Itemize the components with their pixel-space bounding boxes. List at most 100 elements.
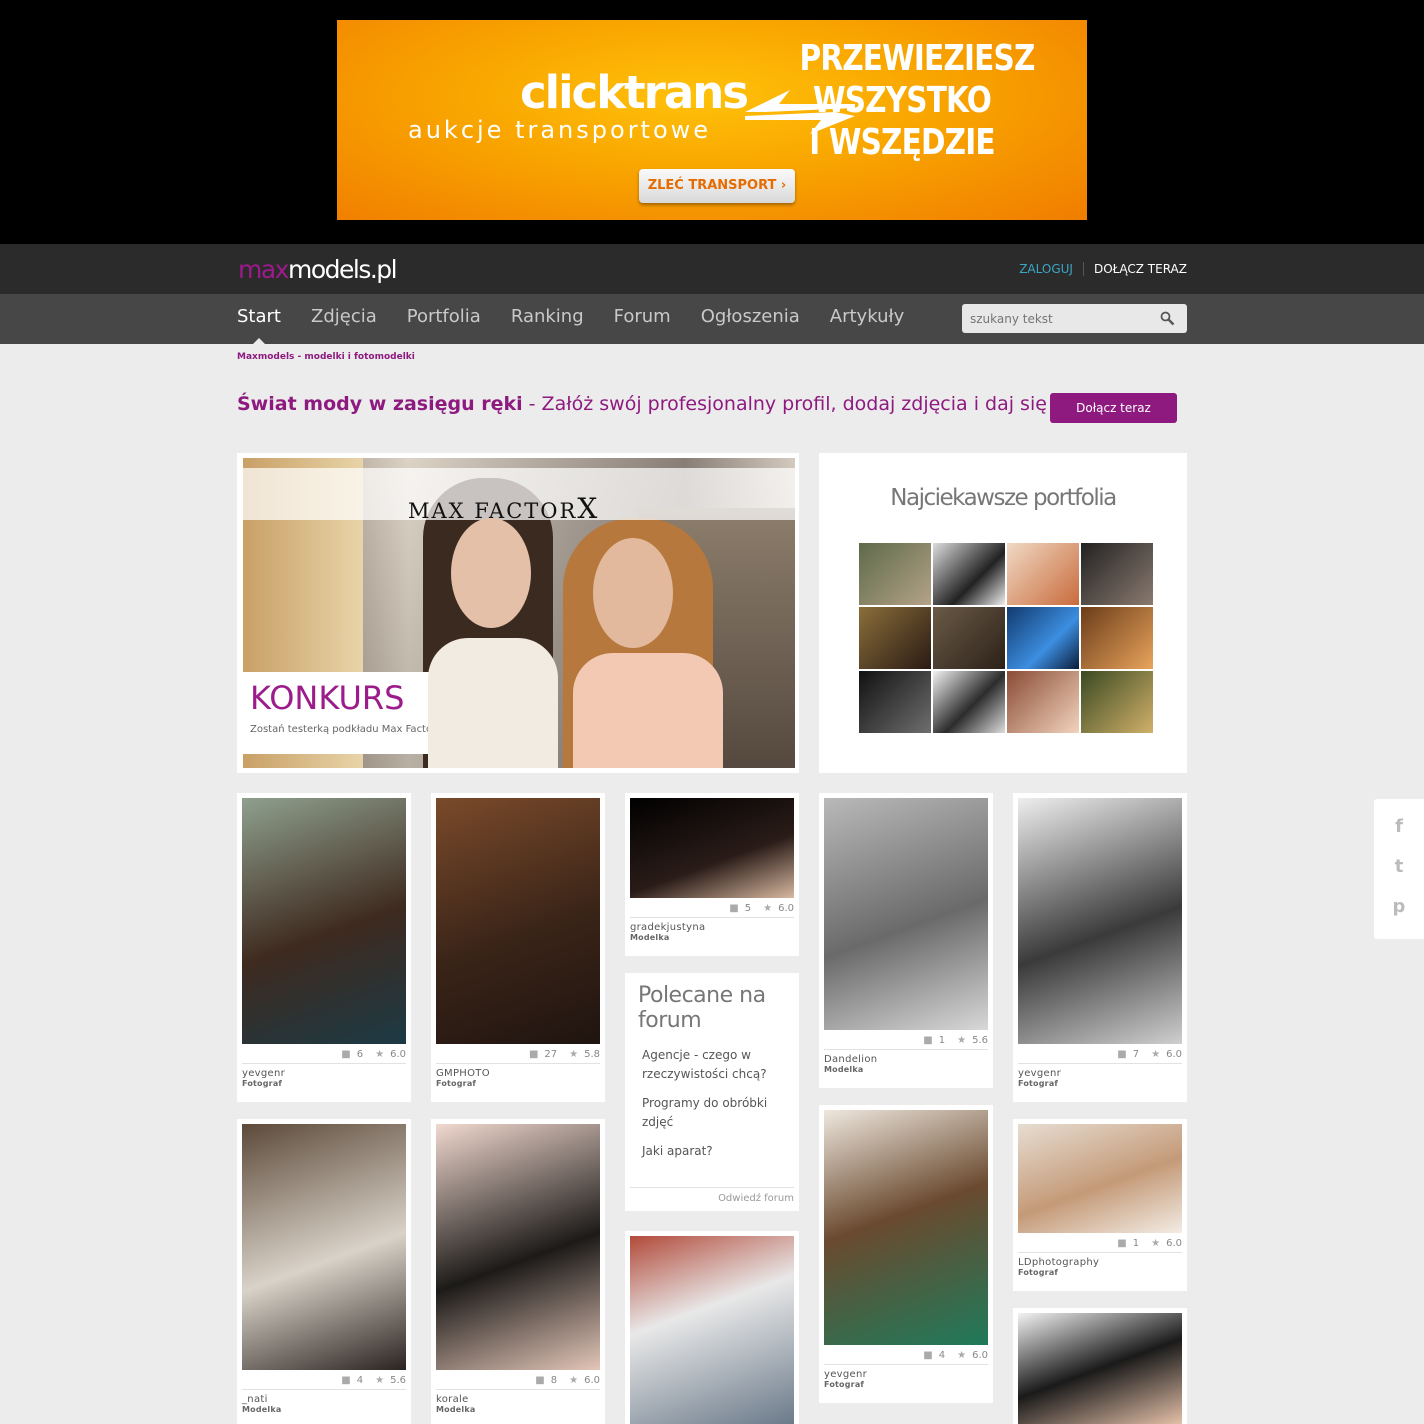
site-logo[interactable]: maxmodels.pl — [238, 255, 398, 284]
comment-icon: ■ — [341, 1049, 351, 1060]
photo-card[interactable]: ■ 7 ★ 6.0 yevgenr Fotograf — [1013, 793, 1187, 1102]
facebook-icon[interactable]: f — [1390, 816, 1408, 838]
portfolio-thumbnail[interactable] — [859, 607, 931, 669]
comment-icon: ■ — [1117, 1238, 1127, 1249]
breadcrumb[interactable]: Maxmodels - modelki i fotomodelki — [237, 352, 415, 362]
photo-thumbnail[interactable] — [630, 798, 794, 898]
star-icon: ★ — [957, 1350, 967, 1361]
author-role: Modelka — [436, 1405, 476, 1414]
comment-icon: ■ — [923, 1350, 933, 1361]
join-now-button[interactable]: Dołącz teraz — [1050, 393, 1177, 423]
rating-value: 5.8 — [584, 1049, 600, 1060]
nav-ogloszenia[interactable]: Ogłoszenia — [701, 294, 800, 344]
photo-card[interactable]: ■ 4 ★ 5.6 _nati Modelka — [237, 1119, 411, 1424]
star-icon: ★ — [763, 903, 773, 914]
photo-thumbnail[interactable] — [824, 1110, 988, 1345]
nav-artykuly[interactable]: Artykuły — [830, 294, 904, 344]
nav-start[interactable]: Start — [237, 294, 281, 344]
star-icon: ★ — [957, 1035, 967, 1046]
contest-description: Zostań testerką podkładu Max Factor — [250, 724, 437, 735]
search-input[interactable] — [962, 304, 1152, 333]
social-share-bar: f t p — [1374, 799, 1424, 939]
comment-count: 5 — [744, 903, 752, 914]
photo-thumbnail[interactable] — [1018, 1124, 1182, 1233]
nav-ranking[interactable]: Ranking — [511, 294, 584, 344]
photo-card[interactable]: ■ 6 ★ 6.0 yevgenr Fotograf — [237, 793, 411, 1102]
photo-thumbnail[interactable] — [1018, 798, 1182, 1044]
author-role: Modelka — [630, 933, 670, 942]
portfolio-thumbnail[interactable] — [1081, 671, 1153, 733]
photo-thumbnail[interactable] — [242, 798, 406, 1044]
author-name[interactable]: yevgenr — [242, 1068, 406, 1079]
rating-value: 6.0 — [972, 1350, 988, 1361]
rating-value: 6.0 — [584, 1375, 600, 1386]
portfolio-thumbnail[interactable] — [933, 543, 1005, 605]
author-role: Modelka — [242, 1405, 282, 1414]
photo-card[interactable]: ■ 4 ★ 6.0 yevgenr Fotograf — [819, 1105, 993, 1403]
author-name[interactable]: yevgenr — [824, 1369, 988, 1380]
photo-meta: ■ 1 ★ 5.6 Dandelion Modelka — [824, 1032, 988, 1074]
ad-cta-button[interactable]: ZLEĆ TRANSPORT › — [639, 169, 795, 203]
nav-zdjecia[interactable]: Zdjęcia — [311, 294, 377, 344]
author-name[interactable]: korale — [436, 1394, 600, 1405]
photo-card[interactable]: ■ 27 ★ 5.8 GMPHOTO Fotograf — [431, 793, 605, 1102]
photo-thumbnail[interactable] — [436, 798, 600, 1044]
photo-card[interactable] — [1013, 1308, 1187, 1424]
forum-topic[interactable]: Jaki aparat? — [642, 1142, 792, 1161]
portfolio-thumbnail[interactable] — [1081, 543, 1153, 605]
author-name[interactable]: LDphotography — [1018, 1257, 1182, 1268]
photo-thumbnail[interactable] — [824, 798, 988, 1030]
photo-stats: ■ 4 ★ 5.6 — [242, 1372, 406, 1390]
portfolio-thumbnail[interactable] — [859, 671, 931, 733]
star-icon: ★ — [569, 1049, 579, 1060]
author-name[interactable]: Dandelion — [824, 1054, 988, 1065]
twitter-icon[interactable]: t — [1390, 856, 1408, 878]
author-name[interactable]: yevgenr — [1018, 1068, 1182, 1079]
rating-value: 6.0 — [1166, 1238, 1182, 1249]
contest-logo-strip: MAX FACTORX — [243, 468, 795, 525]
pinterest-icon[interactable]: p — [1390, 896, 1408, 918]
star-icon: ★ — [569, 1375, 579, 1386]
contest-card[interactable]: MAX FACTORX KONKURS Zostań testerką podk… — [237, 453, 799, 773]
ad-banner[interactable]: clicktrans aukcje transportowe PRZEWIEZI… — [337, 20, 1087, 220]
photo-thumbnail[interactable] — [436, 1124, 600, 1370]
portfolio-thumbnail[interactable] — [859, 543, 931, 605]
visit-forum-link[interactable]: Odwiedź forum — [630, 1187, 794, 1204]
portfolio-thumbnail[interactable] — [933, 671, 1005, 733]
comment-count: 4 — [356, 1375, 364, 1386]
photo-card[interactable]: ■ 1 ★ 6.0 LDphotography Fotograf — [1013, 1119, 1187, 1291]
author-name[interactable]: gradekjustyna — [630, 922, 794, 933]
main-nav: Start Zdjęcia Portfolia Ranking Forum Og… — [237, 294, 934, 344]
portfolio-thumbnail[interactable] — [1007, 671, 1079, 733]
search-icon[interactable] — [1160, 311, 1175, 326]
forum-widget-title: Polecane na forum — [638, 983, 766, 1033]
photo-card[interactable]: ■ 5 ★ 6.0 gradekjustyna Modelka — [625, 793, 799, 956]
photo-thumbnail[interactable] — [242, 1124, 406, 1370]
author-role: Fotograf — [1018, 1079, 1059, 1088]
photo-meta: ■ 1 ★ 6.0 LDphotography Fotograf — [1018, 1235, 1182, 1277]
photo-stats: ■ 5 ★ 6.0 — [630, 900, 794, 918]
comment-count: 1 — [1132, 1238, 1140, 1249]
photo-thumbnail[interactable] — [630, 1236, 794, 1424]
portfolio-thumbnail[interactable] — [1081, 607, 1153, 669]
login-link[interactable]: ZALOGUJ — [1019, 262, 1084, 276]
forum-topic[interactable]: Agencje - czego w rzeczywistości chcą? — [642, 1046, 792, 1084]
nav-forum[interactable]: Forum — [614, 294, 671, 344]
contest-title: KONKURS — [250, 679, 405, 717]
author-name[interactable]: GMPHOTO — [436, 1068, 600, 1079]
nav-portfolia[interactable]: Portfolia — [407, 294, 481, 344]
forum-topic-list: Agencje - czego w rzeczywistości chcą? P… — [642, 1046, 792, 1171]
photo-meta: ■ 4 ★ 5.6 _nati Modelka — [242, 1372, 406, 1414]
photo-card[interactable]: ■ 8 ★ 6.0 korale Modelka — [431, 1119, 605, 1424]
photo-thumbnail[interactable] — [1018, 1313, 1182, 1424]
portfolio-thumbnail[interactable] — [933, 607, 1005, 669]
portfolio-thumbnail[interactable] — [1007, 543, 1079, 605]
author-name[interactable]: _nati — [242, 1394, 406, 1405]
join-link[interactable]: DOŁĄCZ TERAZ — [1084, 262, 1187, 276]
photo-card[interactable]: ■ 1 ★ 5.6 Dandelion Modelka — [819, 793, 993, 1088]
photo-card[interactable] — [625, 1231, 799, 1424]
photo-meta: ■ 27 ★ 5.8 GMPHOTO Fotograf — [436, 1046, 600, 1088]
portfolio-thumbnail[interactable] — [1007, 607, 1079, 669]
comment-count: 6 — [356, 1049, 364, 1060]
forum-topic[interactable]: Programy do obróbki zdjęć — [642, 1094, 792, 1132]
